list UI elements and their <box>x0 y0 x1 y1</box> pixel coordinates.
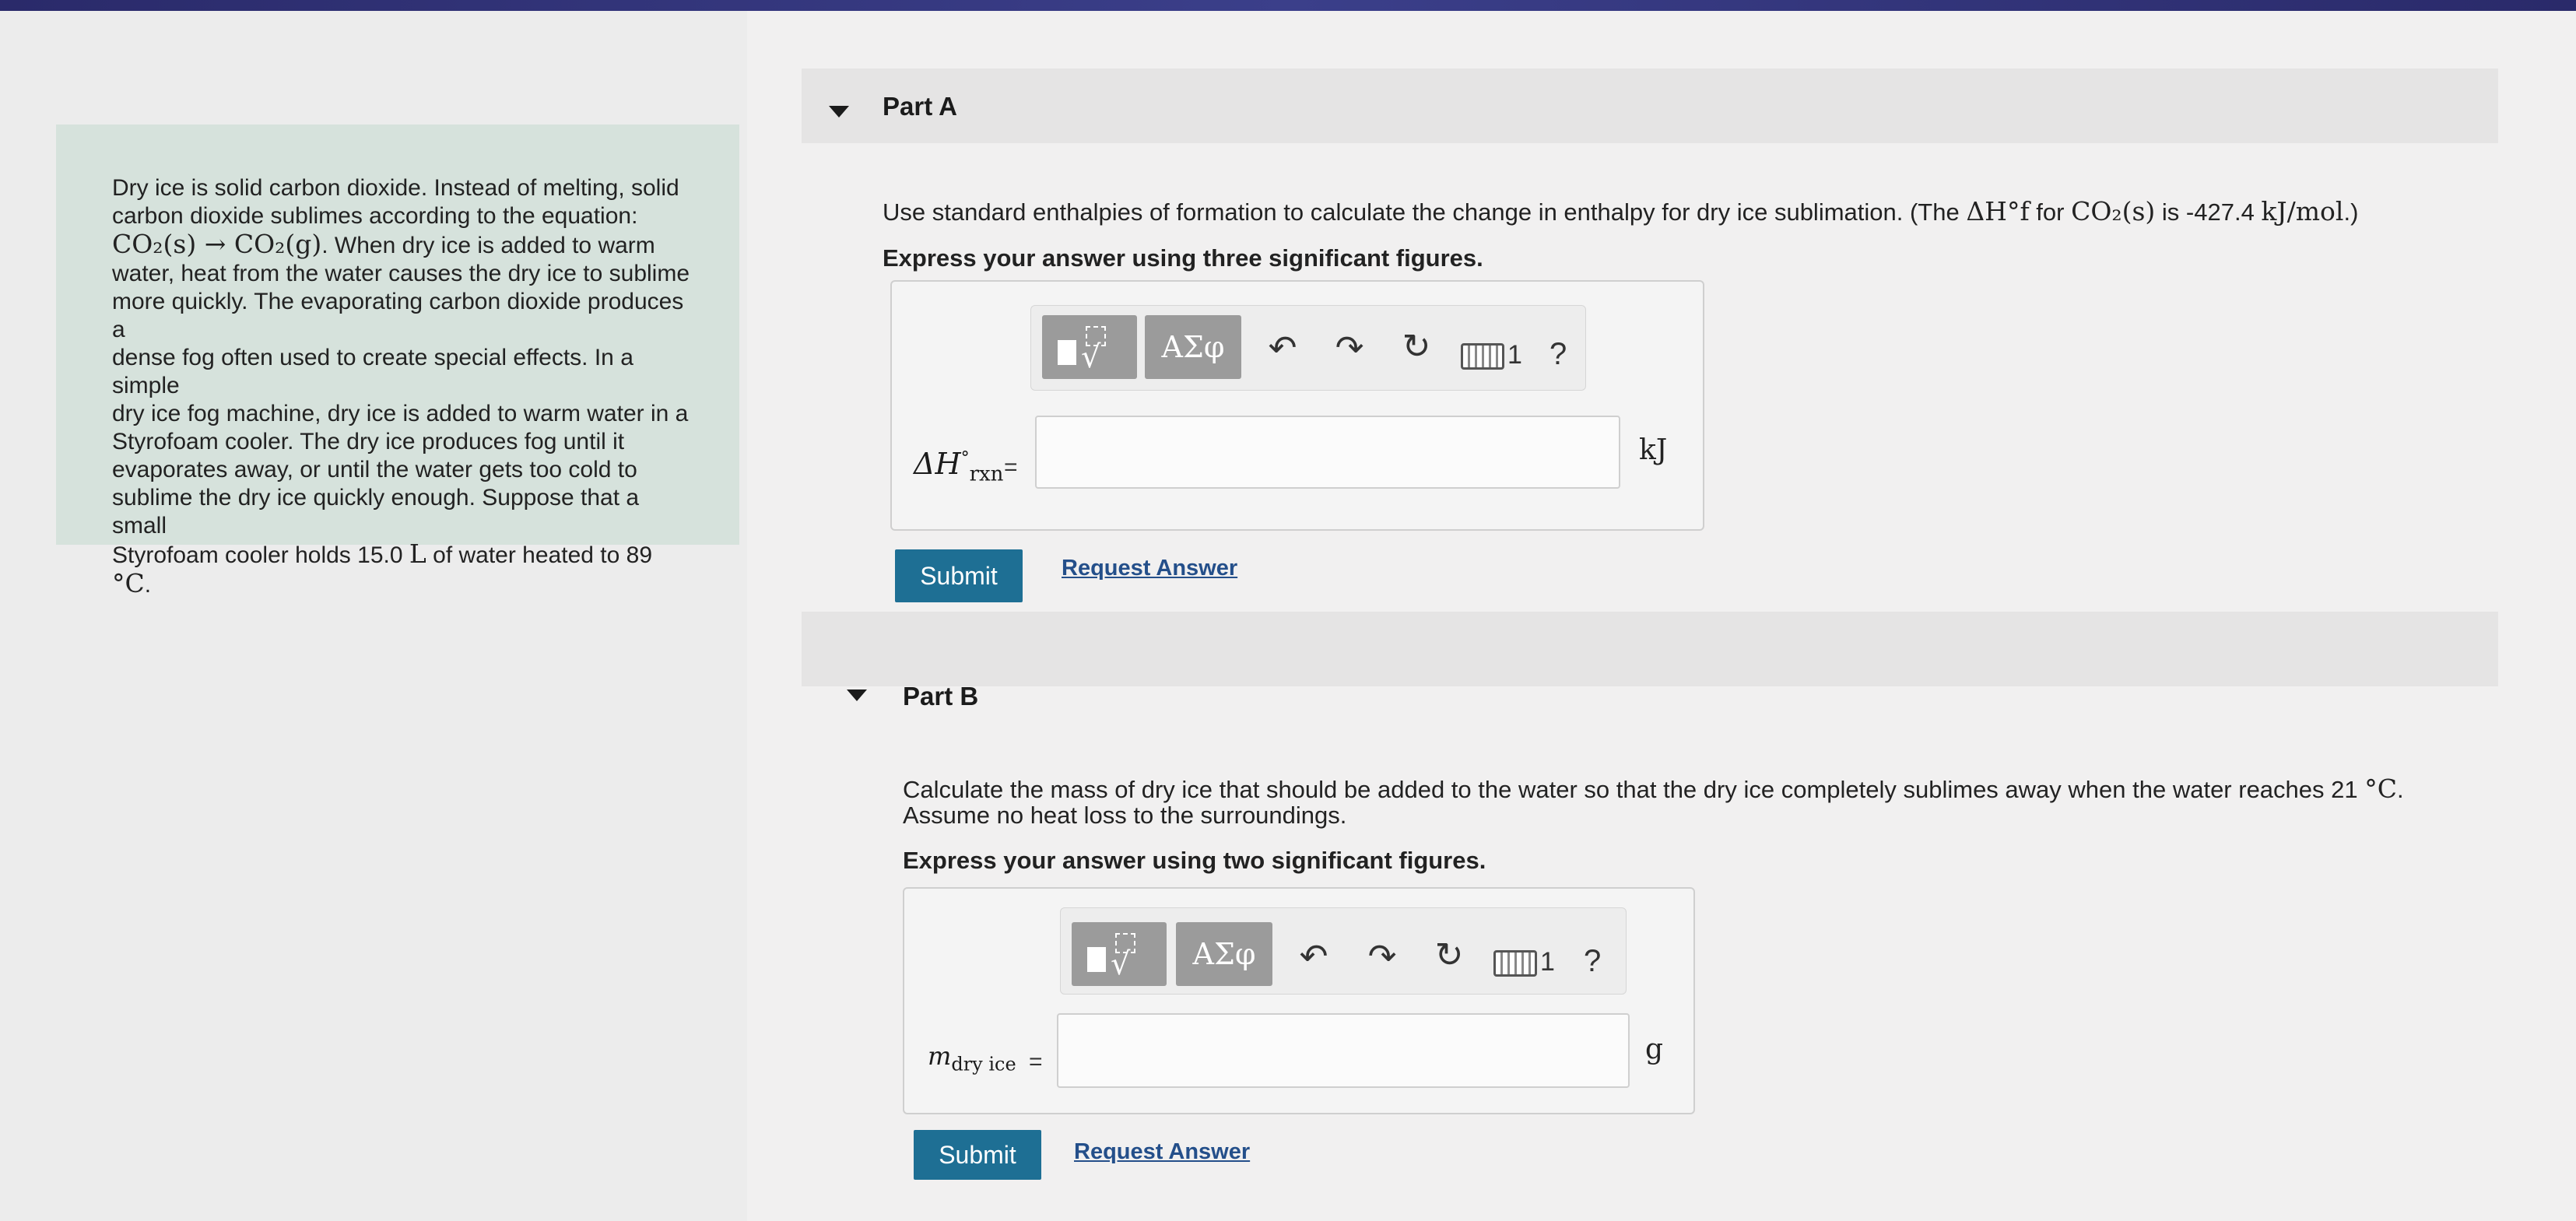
keyboard-shortcut-label: 1 <box>1540 947 1555 977</box>
undo-icon[interactable]: ↶ <box>1294 938 1333 977</box>
intro-equation-line: CO₂(s) → CO₂(g). When dry ice is added t… <box>112 230 693 260</box>
unit-label: kJ <box>1639 434 1668 466</box>
unit-liters: L <box>409 539 426 569</box>
label-subscript: dry ice <box>951 1053 1016 1075</box>
question-text: Calculate the mass of dry ice that shoul… <box>903 776 2365 803</box>
intro-line: dry ice fog machine, dry ice is added to… <box>112 401 689 426</box>
part-b-answer-panel: √ ΑΣφ ↶ ↷ ↻ 1 ? mdry ice = g <box>903 887 1695 1114</box>
intro-last-line: Styrofoam cooler holds 15.0 L of water h… <box>112 540 693 599</box>
part-b-title[interactable]: Part B <box>903 682 978 711</box>
redo-icon[interactable]: ↷ <box>1330 329 1369 368</box>
templates-button[interactable]: √ <box>1042 315 1137 379</box>
part-b-header[interactable] <box>802 612 2498 686</box>
equals-sign: = <box>1004 454 1018 480</box>
templates-button[interactable]: √ <box>1072 922 1167 986</box>
math-toolbar: √ ΑΣφ ↶ ↷ ↻ 1 ? <box>1030 305 1586 391</box>
unit-celsius: °C <box>2364 774 2397 804</box>
keyboard-icon[interactable] <box>1493 950 1537 977</box>
sqrt-icon: √ <box>1111 946 1131 982</box>
intro-text: Styrofoam cooler holds 15.0 <box>112 542 409 568</box>
part-a-question: Use standard enthalpies of formation to … <box>883 196 2358 226</box>
formula: CO₂(s) <box>2071 196 2156 226</box>
help-icon[interactable]: ? <box>1584 944 1601 979</box>
help-icon[interactable]: ? <box>1549 337 1567 372</box>
mass-answer-input[interactable] <box>1057 1013 1630 1088</box>
mass-label: mdry ice <box>928 1041 1016 1075</box>
intro-line: more quickly. The evaporating carbon dio… <box>112 289 684 342</box>
enthalpy-label: ΔH°rxn <box>914 447 1003 486</box>
part-b-submit-button[interactable]: Submit <box>914 1130 1041 1180</box>
intro-line: Styrofoam cooler. The dry ice produces f… <box>112 429 625 454</box>
intro-text: . When dry ice is added to warm <box>321 233 655 258</box>
symbols-button[interactable]: ΑΣφ <box>1145 315 1241 379</box>
problem-statement: Dry ice is solid carbon dioxide. Instead… <box>56 125 739 598</box>
collapse-caret-icon[interactable] <box>847 689 867 701</box>
reset-icon[interactable]: ↻ <box>1430 936 1469 975</box>
part-b-question-line-1: Calculate the mass of dry ice that shoul… <box>903 774 2404 804</box>
enthalpy-symbol: ΔH°f <box>1966 196 2030 226</box>
label-subscript: rxn <box>969 462 1004 486</box>
part-b-request-answer-link[interactable]: Request Answer <box>1074 1139 1250 1165</box>
top-bar <box>0 0 2576 11</box>
label-superscript: ° <box>960 448 970 468</box>
symbols-button[interactable]: ΑΣφ <box>1176 922 1272 986</box>
intro-line: water, heat from the water causes the dr… <box>112 261 690 286</box>
math-toolbar: √ ΑΣφ ↶ ↷ ↻ 1 ? <box>1060 907 1627 995</box>
redo-icon[interactable]: ↷ <box>1363 938 1402 977</box>
unit-celsius: °C <box>112 568 145 598</box>
part-b-question-line-2: Assume no heat loss to the surroundings. <box>903 802 1347 829</box>
template-square-icon <box>1087 947 1106 972</box>
unit-label: g <box>1645 1033 1664 1065</box>
label-symbol: m <box>928 1041 952 1071</box>
intro-line: dense fog often used to create special e… <box>112 345 633 398</box>
question-text: . <box>2397 776 2404 803</box>
part-a-title[interactable]: Part A <box>883 92 957 121</box>
template-square-icon <box>1058 340 1076 365</box>
question-text: Use standard enthalpies of formation to … <box>883 198 1967 226</box>
question-text: .) <box>2343 198 2359 226</box>
part-a-request-answer-link[interactable]: Request Answer <box>1062 556 1237 581</box>
part-a-answer-panel: √ ΑΣφ ↶ ↷ ↻ 1 ? ΔH°rxn = kJ <box>890 280 1704 531</box>
label-symbol: ΔH <box>914 447 961 481</box>
equation: CO₂(s) → CO₂(g) <box>112 229 322 259</box>
part-a-header[interactable] <box>802 68 2498 143</box>
sqrt-icon: √ <box>1081 339 1101 375</box>
intro-text: of water heated to 89 <box>426 542 652 568</box>
undo-icon[interactable]: ↶ <box>1263 329 1302 368</box>
intro-line: Dry ice is solid carbon dioxide. Instead… <box>112 175 679 201</box>
question-text: is -427.4 <box>2155 198 2262 226</box>
intro-line: carbon dioxide sublimes according to the… <box>112 203 638 229</box>
intro-line: sublime the dry ice quickly enough. Supp… <box>112 485 640 539</box>
unit: kJ/mol <box>2261 196 2344 226</box>
equals-sign: = <box>1029 1049 1043 1075</box>
reset-icon[interactable]: ↻ <box>1397 328 1436 367</box>
part-b-instruction: Express your answer using two significan… <box>903 847 1486 874</box>
enthalpy-answer-input[interactable] <box>1035 416 1620 489</box>
intro-line: evaporates away, or until the water gets… <box>112 457 637 482</box>
keyboard-shortcut-label: 1 <box>1507 340 1522 370</box>
intro-text: . <box>144 572 152 598</box>
collapse-caret-icon[interactable] <box>829 106 849 118</box>
part-a-instruction: Express your answer using three signific… <box>883 244 1483 272</box>
keyboard-icon[interactable] <box>1461 343 1504 370</box>
part-a-submit-button[interactable]: Submit <box>895 549 1023 602</box>
question-text: for <box>2029 198 2072 226</box>
